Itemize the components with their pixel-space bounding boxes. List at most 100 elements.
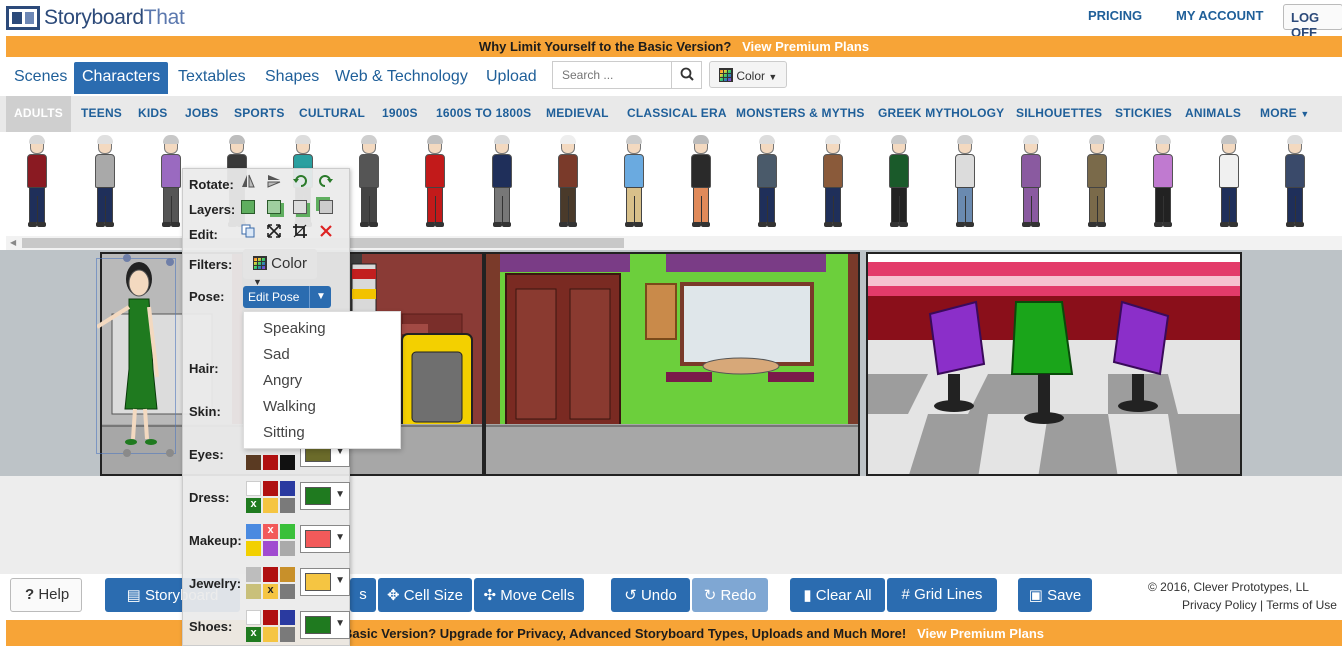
resize-icon[interactable] xyxy=(267,224,281,238)
rotate-right-icon[interactable] xyxy=(319,174,333,188)
dress-swatch[interactable] xyxy=(263,498,278,513)
resize-handle-bottom-left[interactable] xyxy=(123,449,131,457)
rotate-left-icon[interactable] xyxy=(293,174,307,188)
character-thumbnail[interactable] xyxy=(1016,135,1046,230)
makeup-color-select[interactable]: ▼ xyxy=(300,525,350,553)
makeup-swatch[interactable] xyxy=(280,541,295,556)
selected-character-frame[interactable] xyxy=(95,258,176,454)
category-adults[interactable]: ADULTS xyxy=(6,96,71,132)
jewelry-color-select[interactable]: ▼ xyxy=(300,568,350,596)
makeup-swatch[interactable] xyxy=(246,524,261,539)
crop-icon[interactable] xyxy=(293,224,307,238)
bring-to-front-icon[interactable] xyxy=(241,200,255,214)
category-classical-era[interactable]: CLASSICAL ERA xyxy=(627,106,727,120)
tab-web-technology[interactable]: Web & Technology xyxy=(335,62,468,94)
eyes-swatch[interactable] xyxy=(280,455,295,470)
dress-swatch[interactable] xyxy=(280,498,295,513)
bottom-view-premium-plans-link[interactable]: View Premium Plans xyxy=(917,626,1044,641)
pose-option-sad[interactable]: Sad xyxy=(263,346,290,363)
pricing-link[interactable]: PRICING xyxy=(1088,8,1142,23)
move-cells-button[interactable]: ✣ Move Cells xyxy=(474,578,584,612)
jewelry-swatch[interactable] xyxy=(246,584,261,599)
character-thumbnail[interactable] xyxy=(487,135,517,230)
category-cultural[interactable]: CULTURAL xyxy=(299,106,365,120)
dress-swatch[interactable] xyxy=(246,481,261,496)
view-premium-plans-link[interactable]: View Premium Plans xyxy=(742,39,869,54)
send-backward-icon[interactable] xyxy=(293,200,307,214)
jewelry-swatch[interactable] xyxy=(280,567,295,582)
makeup-swatch[interactable] xyxy=(246,541,261,556)
help-button[interactable]: ? Help xyxy=(10,578,82,612)
resize-handle-top-right[interactable] xyxy=(166,258,174,266)
search-input[interactable] xyxy=(553,62,672,88)
storyboard-cell-2[interactable] xyxy=(484,252,860,476)
resize-handle-bottom-right[interactable] xyxy=(166,449,174,457)
search-button[interactable] xyxy=(673,62,702,88)
copy-icon[interactable] xyxy=(241,224,255,238)
character-thumbnail[interactable] xyxy=(1280,135,1310,230)
jewelry-swatch[interactable] xyxy=(280,584,295,599)
dress-swatch-selected[interactable]: x xyxy=(246,498,261,513)
jewelry-swatch[interactable] xyxy=(263,567,278,582)
category-1600s-to-1800s[interactable]: 1600S TO 1800S xyxy=(436,106,531,120)
undo-button[interactable]: ↺ Undo xyxy=(611,578,690,612)
character-thumbnail[interactable] xyxy=(818,135,848,230)
pose-option-walking[interactable]: Walking xyxy=(263,398,316,415)
character-thumbnail[interactable] xyxy=(950,135,980,230)
character-thumbnail[interactable] xyxy=(553,135,583,230)
storyboard-cell-3[interactable] xyxy=(866,252,1242,476)
layout-button-tail[interactable]: s xyxy=(350,578,376,612)
shoes-swatch[interactable] xyxy=(280,627,295,642)
character-thumbnail[interactable] xyxy=(1214,135,1244,230)
edit-pose-button[interactable]: Edit Pose ▼ xyxy=(243,286,331,308)
category-jobs[interactable]: JOBS xyxy=(185,106,218,120)
character-thumbnail[interactable] xyxy=(22,135,52,230)
category-more[interactable]: MORE ▼ xyxy=(1260,106,1309,120)
tab-characters[interactable]: Characters xyxy=(74,62,169,94)
send-to-back-icon[interactable] xyxy=(319,200,333,214)
category-monsters-myths[interactable]: MONSTERS & MYTHS xyxy=(736,106,865,120)
my-account-link[interactable]: MY ACCOUNT xyxy=(1176,8,1263,23)
character-thumbnail[interactable] xyxy=(354,135,384,230)
shoes-swatch-selected[interactable]: x xyxy=(246,627,261,642)
category-greek-mythology[interactable]: GREEK MYTHOLOGY xyxy=(878,106,1004,120)
color-filter-button[interactable]: Color ▼ xyxy=(709,61,787,88)
eyes-swatch[interactable] xyxy=(246,455,261,470)
dress-swatch[interactable] xyxy=(280,481,295,496)
tab-textables[interactable]: Textables xyxy=(178,62,246,94)
pose-option-speaking[interactable]: Speaking xyxy=(263,320,326,337)
clear-all-button[interactable]: ▮ Clear All xyxy=(790,578,885,612)
category-kids[interactable]: KIDS xyxy=(138,106,167,120)
shoes-swatch[interactable] xyxy=(246,610,261,625)
character-thumbnail[interactable] xyxy=(420,135,450,230)
filter-color-dropdown[interactable]: Color ▼ xyxy=(243,249,317,287)
jewelry-swatch-selected[interactable]: x xyxy=(263,584,278,599)
grid-lines-button[interactable]: # Grid Lines xyxy=(887,578,997,612)
jewelry-swatch[interactable] xyxy=(246,567,261,582)
category-1900s[interactable]: 1900S xyxy=(382,106,418,120)
character-thumbnail[interactable] xyxy=(619,135,649,230)
shoes-swatch[interactable] xyxy=(280,610,295,625)
character-thumbnail[interactable] xyxy=(884,135,914,230)
terms-of-use-link[interactable]: Terms of Use xyxy=(1266,598,1337,612)
category-stickies[interactable]: STICKIES xyxy=(1115,106,1172,120)
log-off-button[interactable]: LOG OFF xyxy=(1283,4,1342,40)
eyes-swatch[interactable] xyxy=(263,455,278,470)
character-thumbnail[interactable] xyxy=(752,135,782,230)
scroll-left-icon[interactable]: ◀ xyxy=(10,238,16,247)
delete-icon[interactable] xyxy=(319,224,333,238)
category-sports[interactable]: SPORTS xyxy=(234,106,285,120)
makeup-swatch[interactable] xyxy=(280,524,295,539)
shoes-swatch[interactable] xyxy=(263,627,278,642)
shoes-color-select[interactable]: ▼ xyxy=(300,611,350,639)
flip-horizontal-icon[interactable] xyxy=(241,174,255,188)
flip-vertical-icon[interactable] xyxy=(267,174,281,188)
dress-color-select[interactable]: ▼ xyxy=(300,482,350,510)
bring-forward-icon[interactable] xyxy=(267,200,281,214)
tab-upload[interactable]: Upload xyxy=(486,62,537,94)
makeup-swatch-selected[interactable]: x xyxy=(263,524,278,539)
pose-option-angry[interactable]: Angry xyxy=(263,372,302,389)
makeup-swatch[interactable] xyxy=(263,541,278,556)
save-button[interactable]: ▣ Save xyxy=(1018,578,1092,612)
character-thumbnail[interactable] xyxy=(90,135,120,230)
